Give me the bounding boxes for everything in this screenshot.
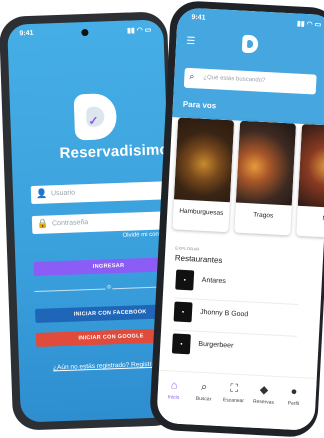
category-card[interactable]: M xyxy=(296,123,324,239)
check-icon: ✓ xyxy=(88,113,99,128)
tab-scan[interactable]: ⛶ Escanear xyxy=(219,382,248,405)
signal-icons: ▮▮ ◠ ▭ xyxy=(296,20,322,29)
hamburger-menu-icon[interactable]: ☰ xyxy=(186,36,196,47)
search-placeholder: ¿Qué estás buscando? xyxy=(203,74,266,84)
password-field[interactable]: 🔒 Contraseña xyxy=(31,210,177,235)
tab-reservations[interactable]: ◆ Reservas xyxy=(249,384,278,406)
home-phone: 9:41 ▮▮ ◠ ▭ ☰ ⌕ ¿Qué estás buscando? Par… xyxy=(148,0,324,438)
signal-icons: ▮▮ ◠ ▭ xyxy=(126,26,152,35)
restaurant-item[interactable]: ● Antares xyxy=(174,269,299,305)
user-icon: 👤 xyxy=(35,188,48,199)
tab-label: Buscar xyxy=(195,395,212,403)
status-time: 9:41 xyxy=(191,13,206,22)
divider-label: o xyxy=(105,284,113,291)
category-label: Hamburguesas xyxy=(179,207,224,217)
reservations-icon: ◆ xyxy=(259,384,269,397)
home-screen: 9:41 ▮▮ ◠ ▭ ☰ ⌕ ¿Qué estás buscando? Par… xyxy=(156,7,324,431)
restaurant-item[interactable]: ● Jhonny B Good xyxy=(173,301,297,337)
section-title: Para vos xyxy=(182,99,217,111)
username-placeholder: Usuario xyxy=(50,189,76,198)
home-icon: ⌂ xyxy=(170,379,178,392)
category-image xyxy=(297,123,324,209)
lock-icon: 🔒 xyxy=(36,218,49,229)
tab-label: Perfil xyxy=(287,400,300,408)
restaurant-name: Antares xyxy=(201,276,227,286)
restaurant-name: Jhonny B Good xyxy=(199,308,249,319)
scan-icon: ⛶ xyxy=(229,382,239,395)
restaurants-title: Restaurantes xyxy=(174,253,223,265)
username-field[interactable]: 👤 Usuario xyxy=(30,180,177,205)
tab-label: Reservas xyxy=(252,398,275,406)
search-icon: ⌕ xyxy=(200,380,208,394)
password-placeholder: Contraseña xyxy=(51,219,89,228)
status-time: 9:41 xyxy=(19,29,34,38)
restaurant-logo: ● xyxy=(171,333,191,355)
category-label: M xyxy=(297,214,324,224)
tab-search[interactable]: ⌕ Buscar xyxy=(189,380,218,403)
category-card[interactable]: Hamburguesas xyxy=(172,117,235,233)
category-label: Tragos xyxy=(253,211,274,220)
category-carousel: Hamburguesas Tragos M xyxy=(172,117,324,245)
category-card[interactable]: Tragos xyxy=(234,120,297,236)
restaurant-item[interactable]: ● Burgerbeer xyxy=(171,333,293,361)
explore-label: EXPLORAR xyxy=(175,245,200,252)
restaurant-logo: ● xyxy=(173,301,193,323)
tab-home[interactable]: ⌂ Inicio xyxy=(159,379,188,401)
search-icon: ⌕ xyxy=(189,70,195,82)
brand-name: Reservadisimo xyxy=(59,141,170,163)
login-button[interactable]: INGRESAR xyxy=(33,256,177,276)
burger-image xyxy=(173,117,235,203)
profile-icon: ● xyxy=(290,385,298,399)
tab-label: Escanear xyxy=(222,397,245,405)
bottom-tab-bar: ⌂ Inicio ⌕ Buscar ⛶ Escanear ◆ Reservas … xyxy=(156,369,317,431)
tab-profile[interactable]: ● Perfil xyxy=(279,385,308,407)
app-logo: ✓ xyxy=(73,93,118,141)
restaurant-name: Burgerbeer xyxy=(198,340,234,350)
drinks-image xyxy=(235,120,297,206)
tab-label: Inicio xyxy=(167,394,180,401)
restaurant-logo: ● xyxy=(175,269,195,291)
